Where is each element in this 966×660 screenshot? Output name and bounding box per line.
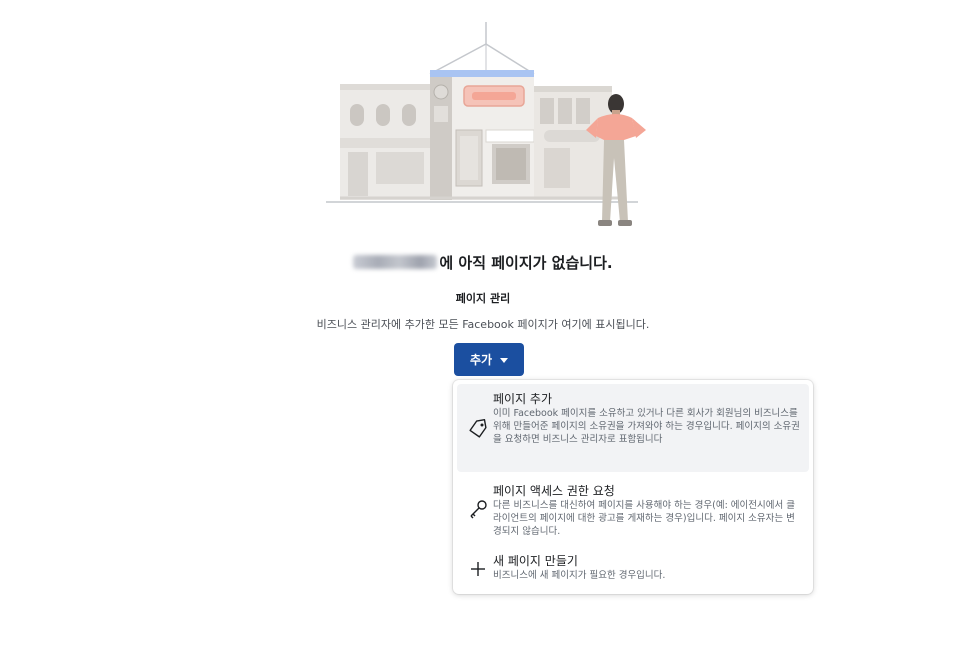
- empty-state-subtitle: 페이지 관리: [455, 292, 511, 305]
- menu-item-title: 페이지 추가: [493, 392, 553, 406]
- add-dropdown-menu: 페이지 추가 이미 Facebook 페이지를 소유하고 있거나 다른 회사가 …: [453, 380, 813, 594]
- add-button-label: 추가: [469, 353, 493, 367]
- menu-item-title: 새 페이지 만들기: [493, 554, 578, 568]
- heading-text: 에 아직 페이지가 없습니다.: [439, 254, 613, 272]
- redacted-business-name: [353, 255, 438, 269]
- menu-item-description: 이미 Facebook 페이지를 소유하고 있거나 다른 회사가 회원님의 비즈…: [493, 408, 800, 445]
- menu-item-add-page[interactable]: 페이지 추가 이미 Facebook 페이지를 소유하고 있거나 다른 회사가 …: [457, 384, 809, 472]
- add-button[interactable]: 추가: [454, 343, 524, 376]
- menu-item-create-page[interactable]: 새 페이지 만들기 비즈니스에 새 페이지가 필요한 경우입니다.: [457, 546, 809, 588]
- menu-item-request-access[interactable]: 페이지 액세스 권한 요청 다른 비즈니스를 대신하여 페이지를 사용해야 하는…: [457, 476, 809, 542]
- caret-down-icon: [500, 358, 509, 363]
- empty-state-heading: 에 아직 페이지가 없습니다.: [0, 252, 966, 273]
- plus-icon: [471, 562, 485, 576]
- menu-item-description: 다른 비즈니스를 대신하여 페이지를 사용해야 하는 경우(예: 에이전시에서 …: [493, 500, 796, 537]
- menu-item-description: 비즈니스에 새 페이지가 필요한 경우입니다.: [493, 570, 666, 581]
- tag-icon: [469, 419, 487, 438]
- empty-state-description: 비즈니스 관리자에 추가한 모든 Facebook 페이지가 여기에 표시됩니다…: [316, 318, 650, 331]
- key-icon: [470, 500, 487, 519]
- menu-item-title: 페이지 액세스 권한 요청: [493, 484, 615, 498]
- storefront-illustration: [326, 22, 646, 226]
